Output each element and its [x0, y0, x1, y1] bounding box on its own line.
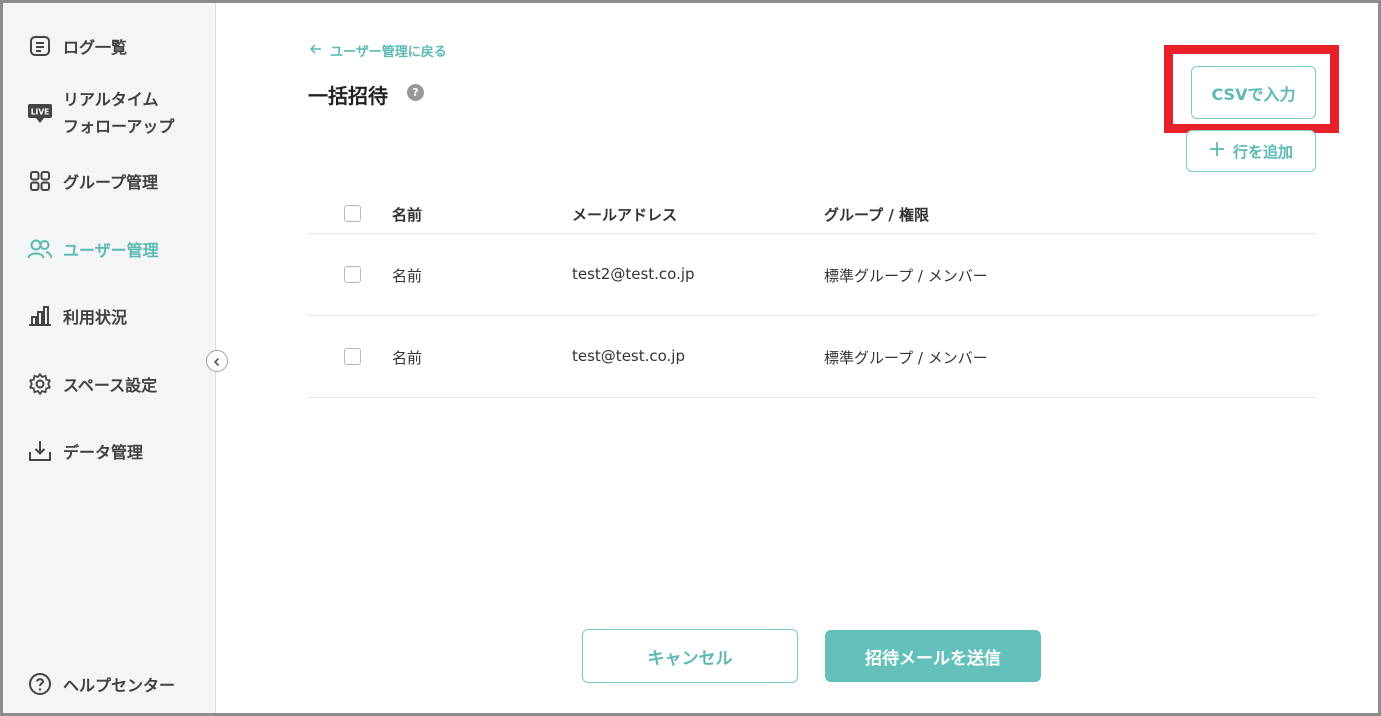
app-window: ログ一覧 LIVE リアルタイム フォローアップ グループ管理 ユーザー管理 利… — [0, 0, 1381, 716]
send-invite-button[interactable]: 招待メールを送信 — [825, 630, 1041, 682]
group-cell[interactable]: 標準グループ / メンバー — [824, 265, 988, 286]
sidebar-item-label: データ管理 — [63, 443, 144, 462]
live-icon: LIVE — [27, 100, 53, 126]
column-header-name: 名前 — [392, 206, 423, 224]
help-icon[interactable]: ? — [407, 84, 424, 101]
sidebar-item-label: ユーザー管理 — [63, 241, 159, 260]
sidebar-item-group-management[interactable]: グループ管理 — [27, 168, 158, 194]
add-row-button[interactable]: 行を追加 — [1186, 130, 1316, 172]
chevron-left-icon — [212, 352, 222, 371]
csv-input-button[interactable]: CSVで入力 — [1191, 66, 1316, 119]
sidebar-item-label: ログ一覧 — [63, 38, 128, 57]
email-cell[interactable]: test2@test.co.jp — [572, 265, 695, 283]
back-link-label: ユーザー管理に戻る — [330, 45, 447, 60]
invite-table: 名前 メールアドレス グループ / 権限 名前 test2@test.co.jp… — [308, 193, 1316, 398]
sidebar-item-label: リアルタイム — [63, 90, 159, 109]
row-checkbox[interactable] — [344, 266, 361, 283]
name-input[interactable]: 名前 — [392, 347, 422, 368]
csv-input-label: CSVで入力 — [1211, 84, 1296, 104]
select-all-checkbox[interactable] — [344, 205, 361, 222]
grid-icon — [27, 168, 53, 194]
cancel-button[interactable]: キャンセル — [582, 629, 798, 683]
sidebar-collapse-button[interactable] — [206, 350, 228, 372]
arrow-left-icon — [309, 43, 322, 58]
column-header-email: メールアドレス — [572, 206, 678, 224]
plus-icon — [1209, 140, 1225, 162]
sidebar-item-label: ヘルプセンター — [63, 676, 176, 695]
sidebar-item-user-management[interactable]: ユーザー管理 — [27, 236, 159, 262]
gear-icon — [27, 371, 53, 397]
sidebar-item-usage[interactable]: 利用状況 — [27, 303, 127, 329]
sidebar-item-label: スペース設定 — [63, 376, 158, 395]
bar-chart-icon — [27, 303, 53, 329]
row-checkbox[interactable] — [344, 348, 361, 365]
page-title: 一括招待 — [308, 84, 388, 108]
sidebar-item-label: フォローアップ — [63, 117, 175, 136]
table-header-row: 名前 メールアドレス グループ / 権限 — [308, 193, 1316, 234]
group-cell[interactable]: 標準グループ / メンバー — [824, 347, 988, 368]
sidebar-item-log-list[interactable]: ログ一覧 — [27, 33, 127, 59]
sidebar-item-help-center[interactable]: ヘルプセンター — [27, 671, 175, 697]
users-icon — [27, 236, 53, 262]
table-row: 名前 test2@test.co.jp 標準グループ / メンバー — [308, 234, 1316, 316]
help-circle-icon — [27, 671, 53, 697]
column-header-group: グループ / 権限 — [824, 206, 930, 224]
table-row: 名前 test@test.co.jp 標準グループ / メンバー — [308, 316, 1316, 398]
add-row-label: 行を追加 — [1232, 142, 1293, 161]
sidebar-item-space-settings[interactable]: スペース設定 — [27, 371, 157, 397]
email-cell[interactable]: test@test.co.jp — [572, 347, 685, 365]
log-list-icon — [27, 33, 53, 59]
sidebar-item-data-management[interactable]: データ管理 — [27, 438, 143, 464]
svg-text:LIVE: LIVE — [31, 108, 50, 117]
sidebar-item-label: 利用状況 — [63, 308, 128, 327]
sidebar-item-realtime-followup[interactable]: LIVE リアルタイム フォローアップ — [27, 86, 174, 140]
back-to-user-management-link[interactable]: ユーザー管理に戻る — [309, 41, 447, 60]
sidebar: ログ一覧 LIVE リアルタイム フォローアップ グループ管理 ユーザー管理 利… — [3, 3, 216, 713]
download-tray-icon — [27, 438, 53, 464]
sidebar-item-label: グループ管理 — [63, 173, 159, 192]
cancel-label: キャンセル — [647, 648, 733, 669]
name-input[interactable]: 名前 — [392, 265, 422, 286]
send-invite-label: 招待メールを送信 — [865, 648, 1001, 669]
